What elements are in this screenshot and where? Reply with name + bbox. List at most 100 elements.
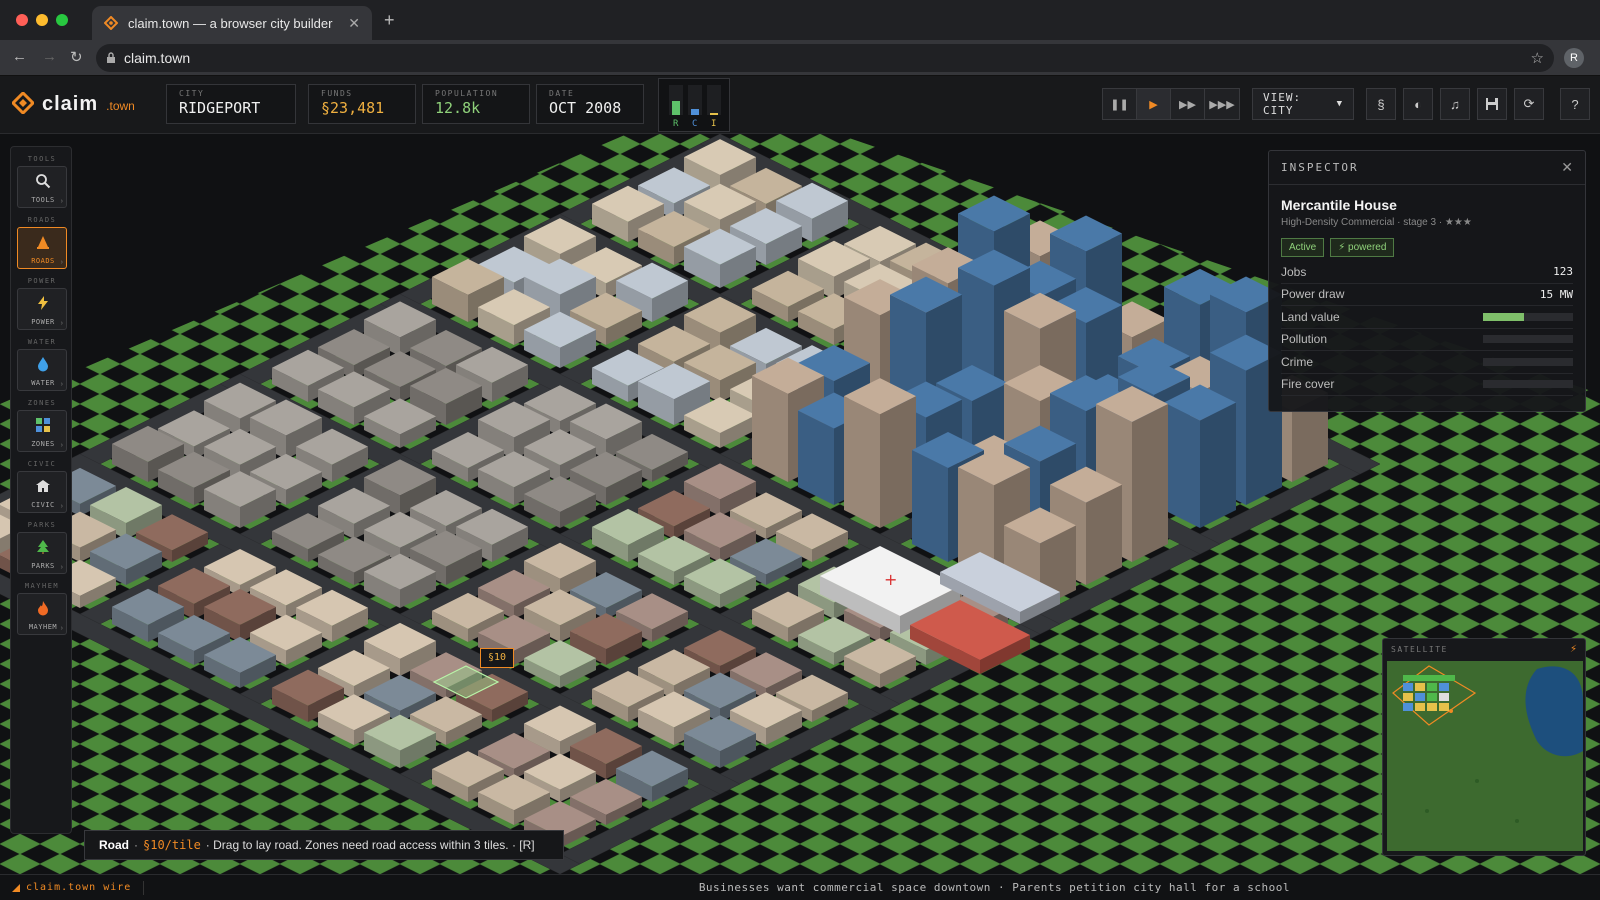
budget-button[interactable]: § <box>1366 88 1396 120</box>
tool-civic-button[interactable]: CIVIC › <box>17 471 67 513</box>
stat-key: Land value <box>1281 309 1340 324</box>
rotate-button[interactable]: ⟳ <box>1514 88 1544 120</box>
minimap-title: SATELLITE <box>1391 644 1448 654</box>
stat-level-bar <box>1483 335 1573 344</box>
stat-row-land-value: Land value <box>1281 306 1573 329</box>
tool-hint-bar: Road · §10/tile · Drag to lay road. Zone… <box>84 830 564 860</box>
fire-icon <box>18 600 68 621</box>
close-window-button[interactable] <box>16 14 28 26</box>
expand-caret-icon[interactable]: › <box>61 381 63 388</box>
tool-tools-button[interactable]: TOOLS › <box>17 166 67 208</box>
reload-icon[interactable]: ↻ <box>70 48 83 66</box>
browser-tab-bar: claim.town — a browser city builder ✕ + <box>0 0 1600 40</box>
pause-button[interactable]: ❚❚ <box>1103 89 1137 119</box>
tool-group-label: TOOLS <box>27 155 57 163</box>
building-left-face <box>1164 402 1200 528</box>
road-cone-icon <box>18 234 68 255</box>
minimap-canvas[interactable] <box>1387 661 1583 851</box>
close-inspector-icon[interactable]: ✕ <box>1561 159 1573 176</box>
tool-water-button[interactable]: WATER › <box>17 349 67 391</box>
tool-parks-button[interactable]: PARKS › <box>17 532 67 574</box>
expand-caret-icon[interactable]: › <box>61 442 63 449</box>
expand-caret-icon[interactable]: › <box>61 564 63 571</box>
building-right-face <box>1132 404 1168 562</box>
funds-display: FUNDS §23,481 <box>308 84 416 124</box>
expand-caret-icon[interactable]: › <box>61 503 63 510</box>
ticker-message: Businesses want commercial space downtow… <box>698 881 1290 894</box>
view-select[interactable]: VIEW: CITY ▼ <box>1252 88 1354 120</box>
lightning-icon: ⚡ <box>1569 643 1577 655</box>
tool-roads-button[interactable]: ROADS › <box>17 227 67 269</box>
fastest-button[interactable]: ▶▶▶ <box>1205 89 1239 119</box>
profile-avatar[interactable]: R <box>1564 48 1584 68</box>
rci-i-label: I <box>711 119 717 129</box>
rotate-icon: ⟳ <box>1523 96 1535 111</box>
tool-group-label: MAYHEM <box>24 582 60 590</box>
city-building <box>844 378 916 528</box>
tool-group-roads: ROADS ROADS › <box>11 216 73 269</box>
tool-group-civic: CIVIC CIVIC › <box>11 460 73 513</box>
favicon-icon <box>104 16 118 30</box>
save-button[interactable] <box>1477 88 1507 120</box>
music-button[interactable]: ♫ <box>1440 88 1470 120</box>
stat-key: Pollution <box>1281 332 1328 347</box>
rci-r-label: R <box>673 119 679 129</box>
maximize-window-button[interactable] <box>56 14 68 26</box>
stat-row-power-draw: Power draw 15 MW <box>1281 284 1573 306</box>
city-building <box>1164 384 1236 528</box>
speed-controls: ❚❚ ▶ ▶▶ ▶▶▶ <box>1102 88 1240 120</box>
commercial-demand-bar <box>691 109 699 115</box>
stat-value: 123 <box>1553 265 1573 279</box>
close-tab-icon[interactable]: ✕ <box>348 15 360 32</box>
expand-caret-icon[interactable]: › <box>61 625 63 632</box>
inspector-panel: INSPECTOR ✕ Mercantile House High-Densit… <box>1268 150 1586 412</box>
new-tab-icon[interactable]: + <box>384 10 395 31</box>
expand-caret-icon[interactable]: › <box>61 259 63 266</box>
game-top-bar: claim .town CITY RIDGEPORT FUNDS §23,481… <box>0 76 1600 134</box>
chevron-down-icon: ▼ <box>1336 99 1343 109</box>
building-name: Mercantile House <box>1281 197 1397 213</box>
music-note-icon: ♫ <box>1450 96 1460 112</box>
minimize-window-button[interactable] <box>36 14 48 26</box>
expand-caret-icon[interactable]: › <box>61 198 63 205</box>
tree-icon <box>18 539 68 560</box>
magnifier-icon <box>18 173 68 194</box>
expand-caret-icon[interactable]: › <box>61 320 63 327</box>
half-circle-icon: ◐ <box>1414 96 1422 112</box>
play-button[interactable]: ▶ <box>1137 89 1171 119</box>
city-name-field[interactable]: CITY RIDGEPORT <box>166 84 296 124</box>
satellite-minimap[interactable]: SATELLITE ⚡ <box>1382 638 1586 856</box>
rci-demand-meter[interactable]: R C I <box>658 78 730 132</box>
help-button[interactable]: ? <box>1560 88 1590 120</box>
zones-grid-icon <box>18 417 68 438</box>
building-left-face <box>752 375 788 482</box>
tool-group-parks: PARKS PARKS › <box>11 521 73 574</box>
back-icon[interactable]: ← <box>12 48 27 65</box>
tool-zones-button[interactable]: ZONES › <box>17 410 67 452</box>
building-right-face <box>1200 402 1236 528</box>
tool-group-label: WATER <box>27 338 57 346</box>
browser-toolbar: ← → ↻ claim.town ☆ R <box>0 40 1600 76</box>
stat-level-fill <box>1483 312 1524 321</box>
floppy-disk-icon <box>1486 98 1498 110</box>
city-name: RIDGEPORT <box>179 99 261 117</box>
tool-mayhem-button[interactable]: MAYHEM › <box>17 593 67 635</box>
bookmark-star-icon[interactable]: ☆ <box>1531 49 1544 67</box>
population-value: 12.8k <box>435 99 481 117</box>
forward-icon[interactable]: → <box>42 48 57 65</box>
date-display: DATE OCT 2008 <box>536 84 644 124</box>
rci-c-label: C <box>692 119 698 129</box>
fast-button[interactable]: ▶▶ <box>1171 89 1205 119</box>
hint-text: · Drag to lay road. Zones need road acce… <box>205 838 535 852</box>
tool-power-button[interactable]: POWER › <box>17 288 67 330</box>
hospital-cross-icon: + <box>884 570 897 589</box>
address-bar[interactable]: claim.town ☆ <box>96 44 1554 72</box>
tool-group-mayhem: MAYHEM MAYHEM › <box>11 582 73 635</box>
overlay-toggle-button[interactable]: ◐ <box>1403 88 1433 120</box>
status-badge: Active <box>1281 238 1325 257</box>
building-right-face <box>880 396 916 528</box>
cursor-price-tag: §10 <box>480 648 514 668</box>
power-badge: ⚡ powered <box>1330 238 1395 257</box>
game-logo: claim .town <box>12 88 135 116</box>
browser-tab[interactable]: claim.town — a browser city builder ✕ <box>92 6 372 40</box>
